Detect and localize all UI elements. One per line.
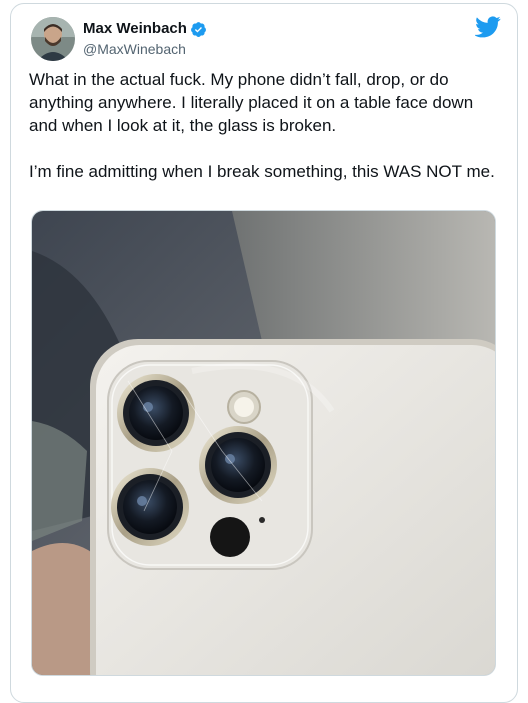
author-handle[interactable]: @MaxWinebach [83, 39, 207, 59]
tweet-card[interactable]: Max Weinbach @MaxWinebach What in the ac… [10, 3, 518, 703]
author-names: Max Weinbach @MaxWinebach [83, 19, 207, 59]
name-row: Max Weinbach [83, 19, 207, 39]
tweet-header: Max Weinbach @MaxWinebach [31, 16, 207, 62]
twitter-bird-icon[interactable] [473, 16, 501, 38]
verified-badge-icon [190, 21, 207, 38]
author-display-name[interactable]: Max Weinbach [83, 19, 187, 39]
avatar[interactable] [31, 17, 75, 61]
tweet-photo[interactable] [31, 210, 496, 676]
tweet-text: What in the actual fuck. My phone didn’t… [29, 70, 495, 181]
